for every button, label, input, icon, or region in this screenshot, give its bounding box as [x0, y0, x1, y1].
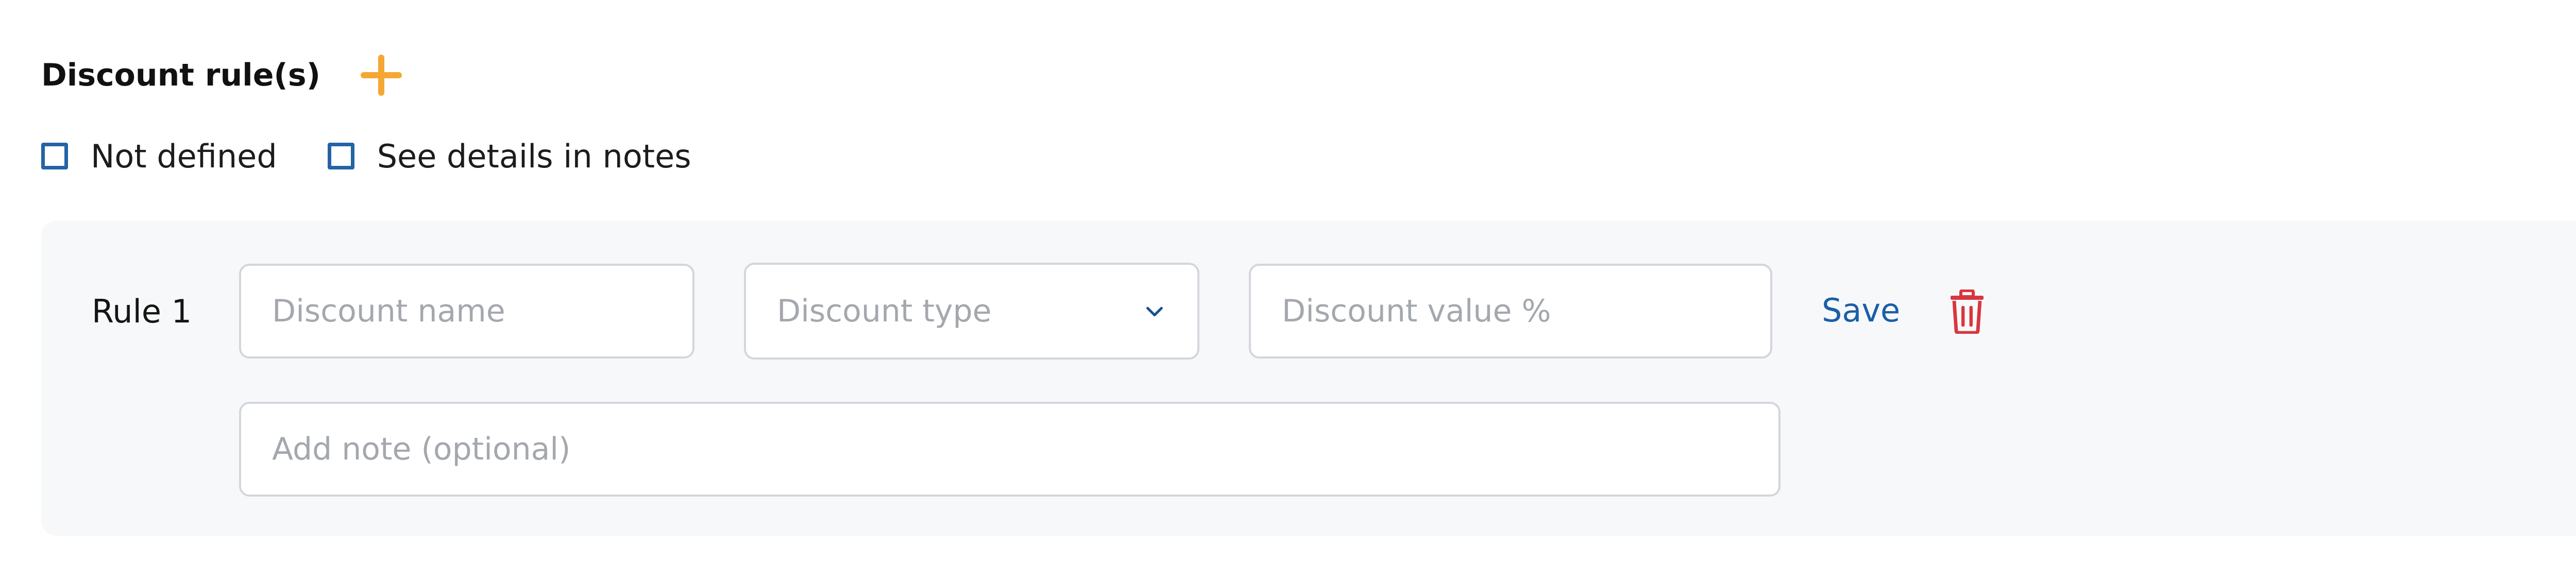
rule-label: Rule 1: [92, 293, 192, 330]
not-defined-checkbox[interactable]: Not defined: [41, 138, 277, 175]
section-title: Discount rule(s): [41, 57, 320, 93]
see-details-checkbox[interactable]: See details in notes: [327, 137, 691, 175]
discount-type-placeholder: Discount type: [777, 293, 992, 329]
checkbox-box[interactable]: [41, 143, 68, 169]
trash-icon[interactable]: [1948, 289, 1986, 335]
chevron-down-icon: [1143, 299, 1166, 323]
discount-name-input[interactable]: [239, 264, 694, 359]
discount-value-input[interactable]: [1249, 264, 1772, 359]
section-header: Discount rule(s): [41, 49, 406, 101]
checkbox-box[interactable]: [327, 143, 354, 169]
options-row: Not defined See details in notes: [41, 131, 691, 181]
note-input[interactable]: [239, 402, 1781, 497]
not-defined-label: Not defined: [91, 137, 277, 175]
discount-type-select[interactable]: Discount type: [744, 263, 1199, 360]
add-rule-button[interactable]: [357, 50, 406, 100]
discount-rules-page: Discount rule(s) Not defined See details…: [0, 0, 2576, 579]
see-details-label: See details in notes: [377, 137, 691, 175]
save-button[interactable]: Save: [1822, 292, 1900, 329]
